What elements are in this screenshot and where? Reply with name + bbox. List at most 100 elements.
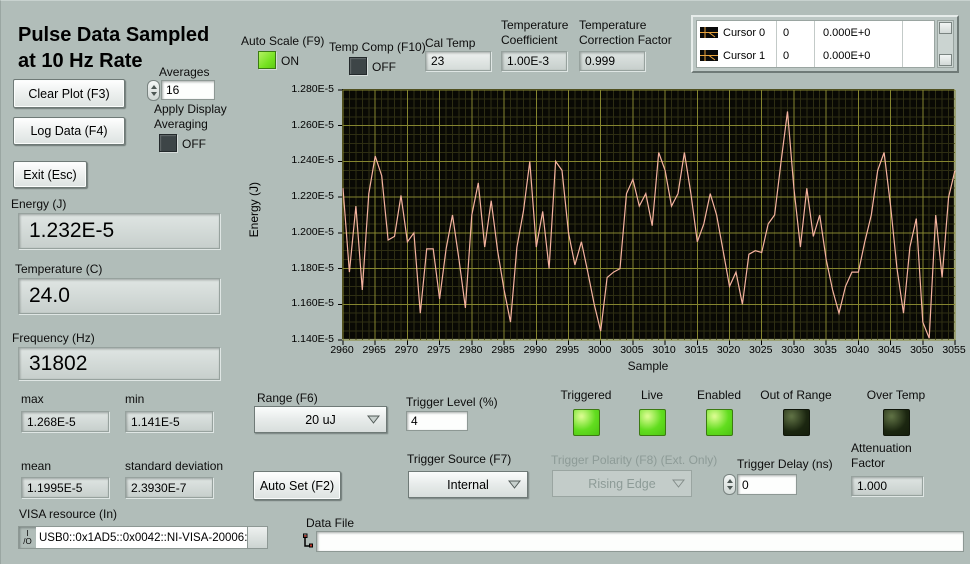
visa-resource-label: VISA resource (In) <box>19 507 117 521</box>
x-axis-tick-label: 3045 <box>872 344 908 356</box>
std-deviation-label: standard deviation <box>125 459 223 473</box>
y-axis-tick-label: 1.140E-5 <box>239 333 334 345</box>
range-dropdown[interactable]: 20 uJ <box>254 406 387 433</box>
apply-display-averaging-toggle[interactable] <box>159 134 177 152</box>
scrollbar-up-button[interactable] <box>939 22 952 34</box>
auto-set-button[interactable]: Auto Set (F2) <box>253 471 341 500</box>
apply-display-averaging-state: OFF <box>182 137 206 151</box>
cursor-name-cell: Cursor 0 <box>697 21 777 44</box>
spinner-up-icon[interactable] <box>727 479 733 483</box>
path-icon <box>302 533 314 549</box>
spinner-down-icon[interactable] <box>151 92 157 96</box>
spinner-down-icon[interactable] <box>727 486 733 490</box>
trigger-delay-input[interactable] <box>737 474 797 495</box>
averages-input[interactable] <box>161 80 215 100</box>
trigger-delay-label: Trigger Delay (ns) <box>737 457 833 471</box>
y-axis-tick-label: 1.240E-5 <box>239 154 334 166</box>
trigger-source-value: Internal <box>447 478 489 492</box>
trigger-source-dropdown[interactable]: Internal <box>408 471 528 498</box>
energy-value: 1.232E-5 <box>18 213 220 249</box>
y-axis-tick-label: 1.260E-5 <box>239 119 334 131</box>
x-axis-tick-label: 3025 <box>743 344 779 356</box>
x-axis-tick-label: 3005 <box>614 344 650 356</box>
cursor-scrollbar[interactable] <box>937 20 954 68</box>
mean-value: 1.1995E-5 <box>21 477 109 498</box>
trigger-polarity-dropdown[interactable]: Rising Edge <box>552 470 692 497</box>
y-axis-tick-label: 1.280E-5 <box>239 83 334 95</box>
temperature-coefficient-label: Temperature Coefficient <box>501 18 587 47</box>
chevron-down-icon <box>508 478 521 492</box>
visa-dropdown-button[interactable] <box>247 527 267 548</box>
x-axis-tick-label: 3050 <box>904 344 940 356</box>
x-axis-tick-label: 3035 <box>807 344 843 356</box>
cal-temp-label: Cal Temp <box>425 36 475 50</box>
scrollbar-down-button[interactable] <box>939 54 952 66</box>
x-axis-tick-label: 3055 <box>936 344 970 356</box>
x-axis-tick-label: 3000 <box>582 344 618 356</box>
frequency-label: Frequency (Hz) <box>12 331 95 345</box>
exit-button[interactable]: Exit (Esc) <box>13 161 87 188</box>
trigger-level-input[interactable] <box>406 411 468 431</box>
temp-comp-state: OFF <box>372 60 396 74</box>
trigger-delay-spinner[interactable] <box>723 474 736 495</box>
y-axis-tick-label: 1.160E-5 <box>239 297 334 309</box>
cursor-x-value: 0 <box>777 21 815 44</box>
std-deviation-value: 2.3930E-7 <box>125 477 213 498</box>
chevron-down-icon <box>672 477 685 491</box>
enabled-led <box>706 409 733 436</box>
spinner-up-icon[interactable] <box>151 85 157 89</box>
auto-scale-state: ON <box>281 54 299 68</box>
over-temp-label: Over Temp <box>846 388 946 402</box>
x-axis-tick-label: 3030 <box>775 344 811 356</box>
cursor-y-value: 0.000E+0 <box>815 21 903 44</box>
averages-label: Averages <box>159 65 209 79</box>
pulse-data-window: Pulse Data Sampled at 10 Hz Rate Clear P… <box>0 0 970 564</box>
trigger-source-label: Trigger Source (F7) <box>407 452 511 466</box>
cursor-legend-panel: Cursor 0 0 0.000E+0 Cursor 1 0 0.000E+0 <box>691 15 959 73</box>
max-label: max <box>21 392 44 406</box>
cursor-row[interactable]: Cursor 0 0 0.000E+0 <box>697 21 934 44</box>
x-axis-tick-label: 2985 <box>485 344 521 356</box>
chevron-down-icon <box>367 413 380 427</box>
temperature-value: 24.0 <box>18 278 220 314</box>
x-axis-tick-label: 3010 <box>646 344 682 356</box>
out-of-range-indicator: Out of Range <box>746 388 846 436</box>
energy-label: Energy (J) <box>11 197 66 211</box>
cursor-name-cell: Cursor 1 <box>697 44 777 67</box>
clear-plot-button[interactable]: Clear Plot (F3) <box>13 79 125 108</box>
max-value: 1.268E-5 <box>21 411 109 432</box>
min-label: min <box>125 392 144 406</box>
min-value: 1.141E-5 <box>125 411 213 432</box>
y-axis-tick-label: 1.200E-5 <box>239 226 334 238</box>
visa-resource-input[interactable] <box>36 527 247 548</box>
attenuation-factor-value: 1.000 <box>851 476 923 496</box>
temperature-label: Temperature (C) <box>15 262 102 276</box>
x-axis-tick-label: 3020 <box>711 344 747 356</box>
x-axis-tick-label: 2960 <box>324 344 360 356</box>
cursor-extra-cell <box>903 44 934 67</box>
y-axis-tick-label: 1.180E-5 <box>239 262 334 274</box>
waveform-graph[interactable] <box>342 89 954 339</box>
range-label: Range (F6) <box>257 391 318 405</box>
visa-resource-control[interactable]: I/O <box>18 526 268 549</box>
log-data-button[interactable]: Log Data (F4) <box>13 117 125 145</box>
averages-spinner[interactable] <box>147 80 160 101</box>
temperature-correction-factor-value: 0.999 <box>579 51 645 71</box>
cal-temp-input[interactable]: 23 <box>425 51 491 71</box>
over-temp-led <box>883 409 910 436</box>
page-title: Pulse Data Sampled at 10 Hz Rate <box>18 22 258 74</box>
x-axis-tick-label: 2970 <box>388 344 424 356</box>
trigger-level-label: Trigger Level (%) <box>406 395 498 409</box>
x-axis-tick-label: 2990 <box>517 344 553 356</box>
cursor-row[interactable]: Cursor 1 0 0.000E+0 <box>697 44 934 67</box>
auto-scale-led[interactable] <box>258 51 276 69</box>
temp-comp-toggle[interactable] <box>349 57 367 75</box>
temperature-coefficient-input[interactable]: 1.00E-3 <box>501 51 567 71</box>
data-file-input[interactable] <box>316 531 964 552</box>
trigger-polarity-label: Trigger Polarity (F8) (Ext. Only) <box>551 453 717 467</box>
out-of-range-label: Out of Range <box>746 388 846 402</box>
triggered-led <box>573 409 600 436</box>
io-icon: I/O <box>19 530 36 546</box>
cursor-crosshair-icon <box>700 27 718 38</box>
frequency-value: 31802 <box>18 347 220 380</box>
